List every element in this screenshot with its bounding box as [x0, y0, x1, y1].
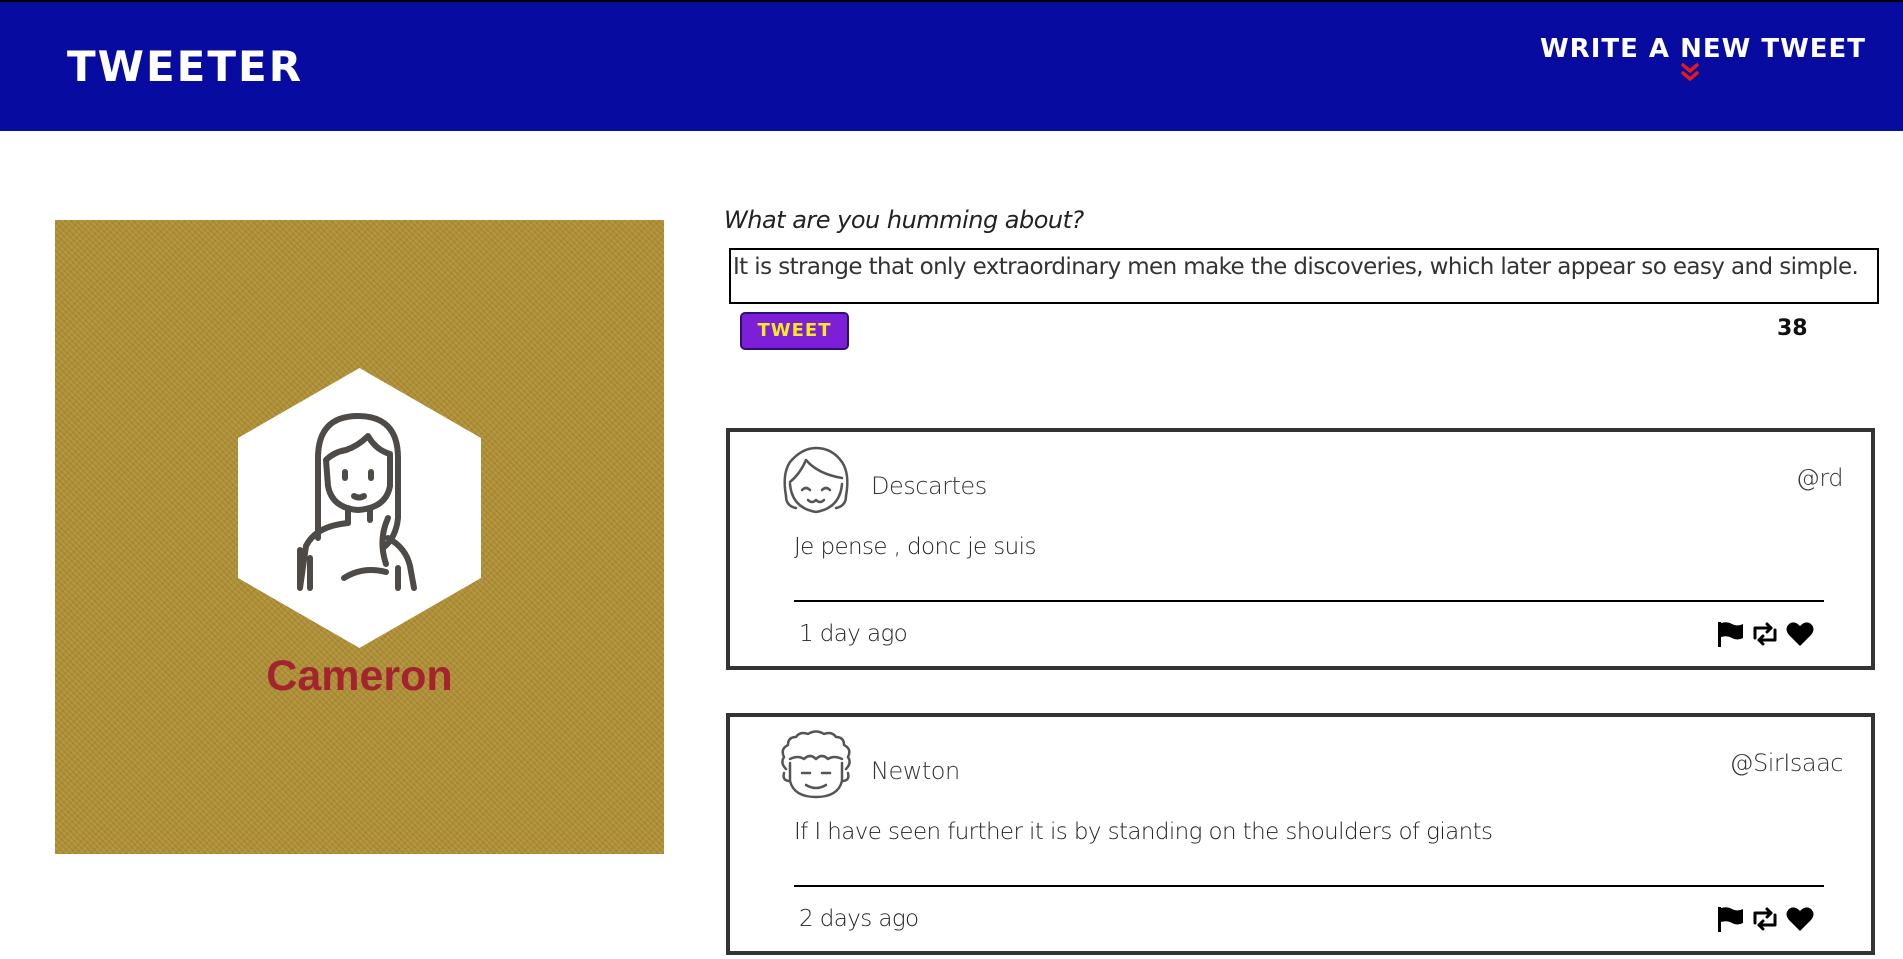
flag-icon[interactable] — [1715, 620, 1745, 648]
bob-haircut-avatar-icon — [783, 446, 849, 514]
write-new-tweet-label: WRITE A NEW TWEET — [1540, 34, 1867, 64]
char-counter: 38 — [1777, 316, 1808, 341]
heart-icon[interactable] — [1785, 620, 1815, 648]
profile-name: Cameron — [266, 652, 453, 700]
curly-hair-avatar-icon — [781, 730, 851, 799]
tweet-card: Descartes @rd Je pense , donc je suis 1 … — [726, 428, 1875, 670]
top-nav: TWEETER WRITE A NEW TWEET — [0, 0, 1903, 131]
tweet-timestamp: 2 days ago — [799, 906, 919, 932]
retweet-icon[interactable] — [1749, 620, 1781, 648]
tweet-author-handle[interactable]: @rd — [1796, 464, 1844, 492]
tweet-actions — [1715, 620, 1815, 648]
heart-icon[interactable] — [1785, 905, 1815, 933]
tweet-actions — [1715, 905, 1815, 933]
tweet-author-name[interactable]: Newton — [871, 757, 960, 785]
tweet-body: If I have seen further it is by standing… — [794, 819, 1493, 845]
tweet-divider — [794, 600, 1824, 602]
compose-label: What are you humming about? — [724, 206, 1084, 234]
flag-icon[interactable] — [1715, 905, 1745, 933]
tweet-submit-button[interactable]: TWEET — [740, 312, 849, 350]
tweet-timestamp: 1 day ago — [799, 621, 908, 647]
tweet-card: Newton @SirIsaac If I have seen further … — [726, 713, 1875, 955]
write-new-tweet-toggle[interactable]: WRITE A NEW TWEET — [1540, 34, 1867, 82]
compose-section: What are you humming about? It is strang… — [724, 206, 1879, 350]
brand-logo[interactable]: TWEETER — [67, 42, 303, 91]
tweet-author-handle[interactable]: @SirIsaac — [1730, 749, 1844, 777]
double-chevron-down-icon — [1681, 63, 1699, 81]
tweet-textarea[interactable]: It is strange that only extraordinary me… — [729, 248, 1879, 304]
tweet-divider — [794, 885, 1824, 887]
tweet-author-name[interactable]: Descartes — [871, 472, 987, 500]
tweet-body: Je pense , donc je suis — [794, 534, 1036, 560]
retweet-icon[interactable] — [1749, 905, 1781, 933]
profile-card: Cameron — [55, 220, 664, 854]
woman-long-hair-avatar-icon — [238, 368, 481, 648]
